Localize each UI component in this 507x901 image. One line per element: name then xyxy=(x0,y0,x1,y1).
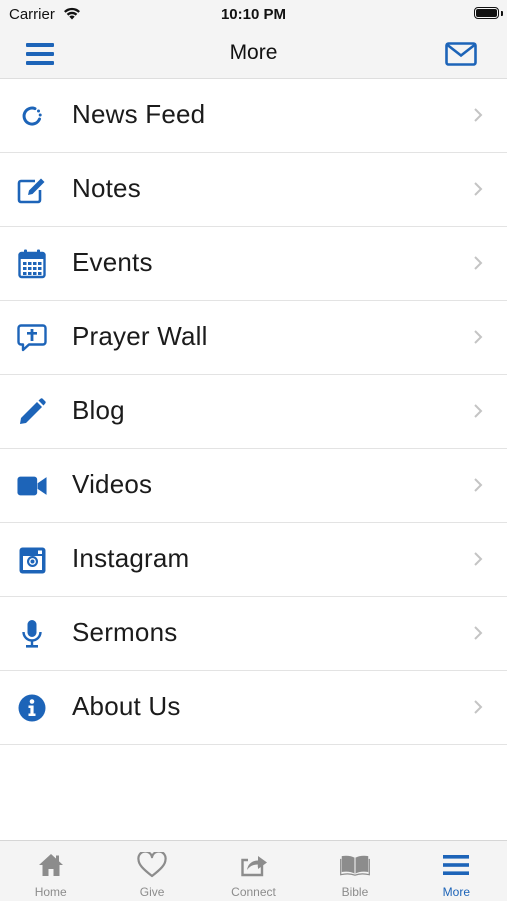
list-item-label: Events xyxy=(72,247,153,277)
list-item-label: Prayer Wall xyxy=(72,321,208,351)
chevron-right-icon xyxy=(474,256,483,270)
tab-give[interactable]: Give xyxy=(101,841,202,901)
status-time: 10:10 PM xyxy=(220,6,287,23)
info-icon xyxy=(17,693,47,723)
chevron-right-icon xyxy=(474,330,483,344)
list-item-label: Videos xyxy=(72,469,153,499)
calendar-icon xyxy=(17,249,47,279)
home-icon xyxy=(36,851,66,879)
list-item-notes[interactable]: Notes xyxy=(0,153,507,227)
navigation-bar: More xyxy=(0,30,507,79)
tab-bar: Home Give Connect Bible More xyxy=(0,840,507,901)
list-item-prayer-wall[interactable]: Prayer Wall xyxy=(0,301,507,375)
page-title: More xyxy=(229,41,278,64)
list-item-videos[interactable]: Videos xyxy=(0,449,507,523)
chat-cross-icon xyxy=(17,323,47,353)
list-item-blog[interactable]: Blog xyxy=(0,375,507,449)
battery-icon xyxy=(474,7,499,19)
tab-bible[interactable]: Bible xyxy=(304,841,405,901)
instagram-icon xyxy=(17,545,47,575)
tab-label: Home xyxy=(34,885,67,899)
refresh-icon xyxy=(17,101,47,131)
chevron-right-icon xyxy=(474,404,483,418)
list-item-news-feed[interactable]: News Feed xyxy=(0,79,507,153)
hamburger-menu-icon xyxy=(441,851,471,879)
video-camera-icon xyxy=(17,471,47,501)
chevron-right-icon xyxy=(474,626,483,640)
status-bar: Carrier 10:10 PM xyxy=(0,0,507,30)
tab-label: More xyxy=(442,885,470,899)
tab-more[interactable]: More xyxy=(406,841,507,901)
tab-connect[interactable]: Connect xyxy=(203,841,304,901)
chevron-right-icon xyxy=(474,182,483,196)
list-item-events[interactable]: Events xyxy=(0,227,507,301)
share-icon xyxy=(239,851,269,879)
list-item-label: News Feed xyxy=(72,99,206,129)
envelope-icon[interactable] xyxy=(445,42,477,66)
pencil-icon xyxy=(17,397,47,427)
chevron-right-icon xyxy=(474,478,483,492)
list-item-label: Sermons xyxy=(72,617,178,647)
microphone-icon xyxy=(17,619,47,649)
list-item-about-us[interactable]: About Us xyxy=(0,671,507,745)
chevron-right-icon xyxy=(474,700,483,714)
edit-note-icon xyxy=(17,175,47,205)
chevron-right-icon xyxy=(474,552,483,566)
list-item-instagram[interactable]: Instagram xyxy=(0,523,507,597)
tab-label: Bible xyxy=(341,885,369,899)
heart-icon xyxy=(137,851,167,879)
list-item-label: Instagram xyxy=(72,543,190,573)
book-icon xyxy=(340,851,370,879)
battery-cap xyxy=(501,11,503,16)
tab-label: Give xyxy=(139,885,165,899)
more-menu-list: News Feed Notes Events Prayer Wall Blog … xyxy=(0,79,507,745)
tab-label: Connect xyxy=(231,885,276,899)
list-item-sermons[interactable]: Sermons xyxy=(0,597,507,671)
list-item-label: Blog xyxy=(72,395,125,425)
chevron-right-icon xyxy=(474,108,483,122)
tab-home[interactable]: Home xyxy=(0,841,101,901)
list-item-label: About Us xyxy=(72,691,181,721)
list-item-label: Notes xyxy=(72,173,141,203)
